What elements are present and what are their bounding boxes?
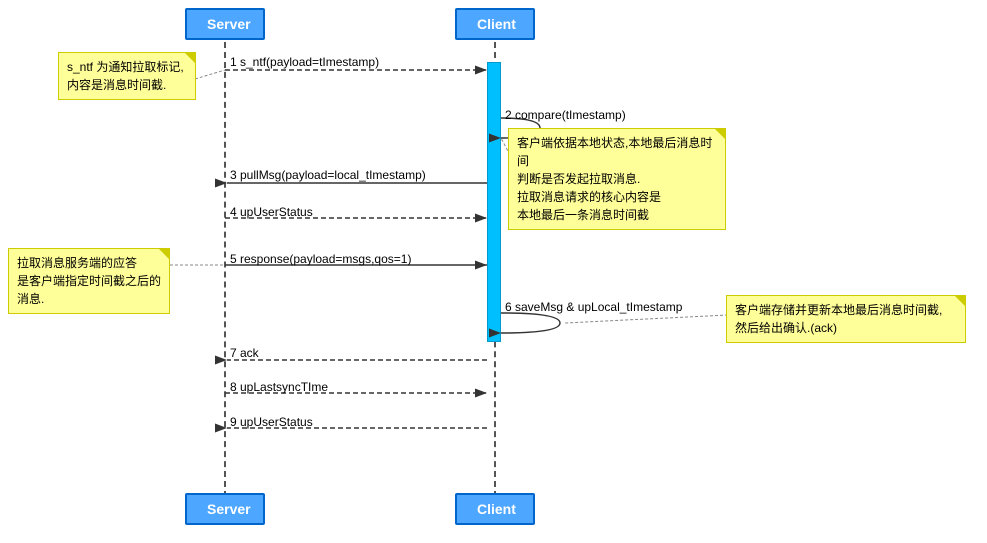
server-actor-top: Server bbox=[185, 8, 265, 40]
msg4-label: 4 upUserStatus bbox=[230, 205, 313, 219]
note1-connector bbox=[195, 70, 225, 79]
note4-connector bbox=[565, 315, 728, 323]
note4-box: 客户端存储并更新本地最后消息时间截, 然后给出确认.(ack) bbox=[726, 295, 966, 343]
client-activation-bar bbox=[487, 62, 501, 342]
note2-box: 客户端依据本地状态,本地最后消息时间 判断是否发起拉取消息. 拉取消息请求的核心… bbox=[508, 128, 726, 230]
client-actor-top: Client bbox=[455, 8, 535, 40]
msg3-label: 3 pullMsg(payload=local_tImestamp) bbox=[230, 168, 426, 182]
sequence-diagram: Server Client Server Client bbox=[0, 0, 987, 543]
msg2-label: 2 compare(tImestamp) bbox=[505, 108, 626, 122]
msg7-label: 7 ack bbox=[230, 346, 259, 360]
msg6-arrow bbox=[501, 313, 560, 333]
msg1-label: 1 s_ntf(payload=tImestamp) bbox=[230, 55, 379, 69]
server-lifeline bbox=[224, 42, 226, 497]
server-actor-bottom: Server bbox=[185, 493, 265, 525]
msg9-label: 9 upUserStatus bbox=[230, 415, 313, 429]
note1-box: s_ntf 为通知拉取标记,内容是消息时间截. bbox=[58, 52, 196, 100]
msg5-label: 5 response(payload=msgs,qos=1) bbox=[230, 252, 411, 266]
msg6-label: 6 saveMsg & upLocal_tImestamp bbox=[505, 300, 682, 314]
msg8-label: 8 upLastsyncTIme bbox=[230, 380, 328, 394]
note3-box: 拉取消息服务端的应答 是客户端指定时间截之后的消息. bbox=[8, 248, 170, 314]
client-actor-bottom: Client bbox=[455, 493, 535, 525]
